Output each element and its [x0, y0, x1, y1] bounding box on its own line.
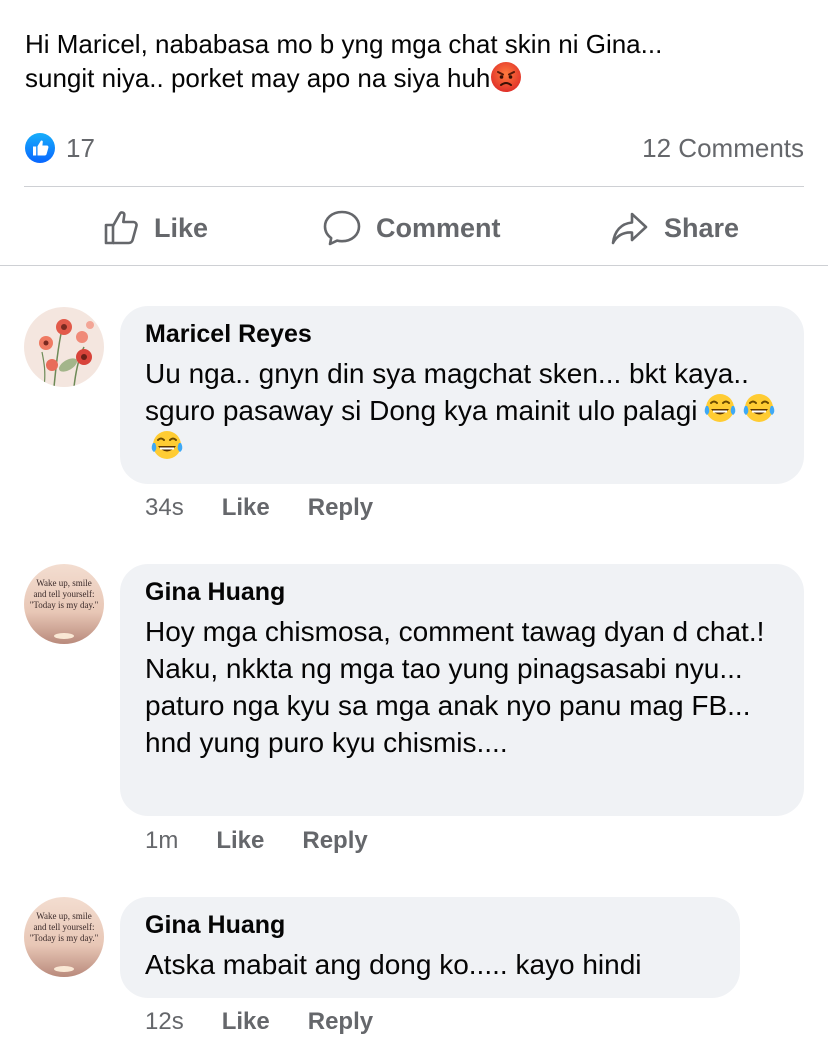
quote-avatar-image: Wake up, smile and tell yourself: "Today… — [24, 564, 104, 644]
flower-avatar-image — [24, 307, 104, 387]
comment-like-button[interactable]: Like — [222, 494, 270, 522]
comment-text: Uu nga.. gnyn din sya magchat sken... bk… — [145, 355, 778, 466]
post-actions: Like Comment Share — [0, 200, 828, 256]
comment-bubble-icon — [323, 210, 361, 246]
comment-author[interactable]: Gina Huang — [145, 576, 778, 608]
comment-like-button[interactable]: Like — [216, 827, 264, 855]
like-button[interactable]: Like — [102, 200, 208, 256]
avatar-quote-line-2: and tell yourself: — [34, 922, 95, 932]
comment-button-label: Comment — [376, 212, 501, 243]
comment-reply-button[interactable]: Reply — [308, 1008, 373, 1036]
post-text: Hi Maricel, nababasa mo b yng mga chat s… — [25, 28, 815, 95]
avatar-quote-line-2: and tell yourself: — [34, 589, 95, 599]
comment-button[interactable]: Comment — [322, 200, 501, 256]
post-text-line-1: Hi Maricel, nababasa mo b yng mga chat s… — [25, 29, 663, 59]
comment-text: Hoy mga chismosa, comment tawag dyan d c… — [145, 616, 765, 758]
comment-meta: 12s Like Reply — [145, 1008, 373, 1036]
comment-reply-button[interactable]: Reply — [308, 494, 373, 522]
comment-timestamp[interactable]: 12s — [145, 1008, 184, 1036]
comments-count[interactable]: 12 Comments — [642, 133, 804, 164]
like-button-label: Like — [154, 212, 209, 243]
comment-bubble[interactable]: Gina Huang Atska mabait ang dong ko.....… — [120, 897, 740, 998]
comment-author[interactable]: Maricel Reyes — [145, 318, 778, 350]
avatar-quote-line-1: Wake up, smile — [36, 578, 92, 588]
comment-like-button[interactable]: Like — [222, 1008, 270, 1036]
comment-reply-button[interactable]: Reply — [302, 827, 367, 855]
avatar-quote-line-1: Wake up, smile — [36, 911, 92, 921]
avatar[interactable]: Wake up, smile and tell yourself: "Today… — [24, 564, 104, 644]
avatar[interactable]: Wake up, smile and tell yourself: "Today… — [24, 897, 104, 977]
share-button-label: Share — [664, 212, 740, 243]
angry-face-emoji-icon — [491, 62, 522, 92]
share-button[interactable]: Share — [610, 200, 739, 256]
reactions-count[interactable]: 17 — [66, 133, 95, 164]
comment-text: Atska mabait ang dong ko..... kayo hindi — [145, 949, 642, 980]
thumbs-up-icon — [104, 211, 138, 245]
comment-meta: 34s Like Reply — [145, 494, 373, 522]
like-icon[interactable] — [24, 132, 56, 164]
post-text-line-2: sungit niya.. porket may apo na siya huh — [25, 61, 815, 95]
avatar[interactable] — [24, 307, 104, 387]
laughing-tears-emoji-icon — [704, 394, 735, 422]
comment-bubble[interactable]: Gina Huang Hoy mga chismosa, comment taw… — [120, 564, 804, 816]
laughing-tears-emoji-icon — [743, 394, 774, 422]
comment-author[interactable]: Gina Huang — [145, 909, 714, 941]
avatar-quote-line-3: "Today is my day." — [30, 933, 99, 943]
avatar-quote-line-3: "Today is my day." — [30, 600, 99, 610]
laughing-tears-emoji-icon — [151, 431, 183, 459]
comment-timestamp[interactable]: 1m — [145, 827, 178, 855]
divider — [24, 186, 804, 187]
post-stats: 17 12 Comments — [24, 130, 804, 166]
comment-timestamp[interactable]: 34s — [145, 494, 184, 522]
quote-avatar-image: Wake up, smile and tell yourself: "Today… — [24, 897, 104, 977]
comment-bubble[interactable]: Maricel Reyes Uu nga.. gnyn din sya magc… — [120, 306, 804, 484]
share-arrow-icon — [611, 212, 648, 245]
divider — [0, 265, 828, 266]
comment-meta: 1m Like Reply — [145, 827, 368, 855]
